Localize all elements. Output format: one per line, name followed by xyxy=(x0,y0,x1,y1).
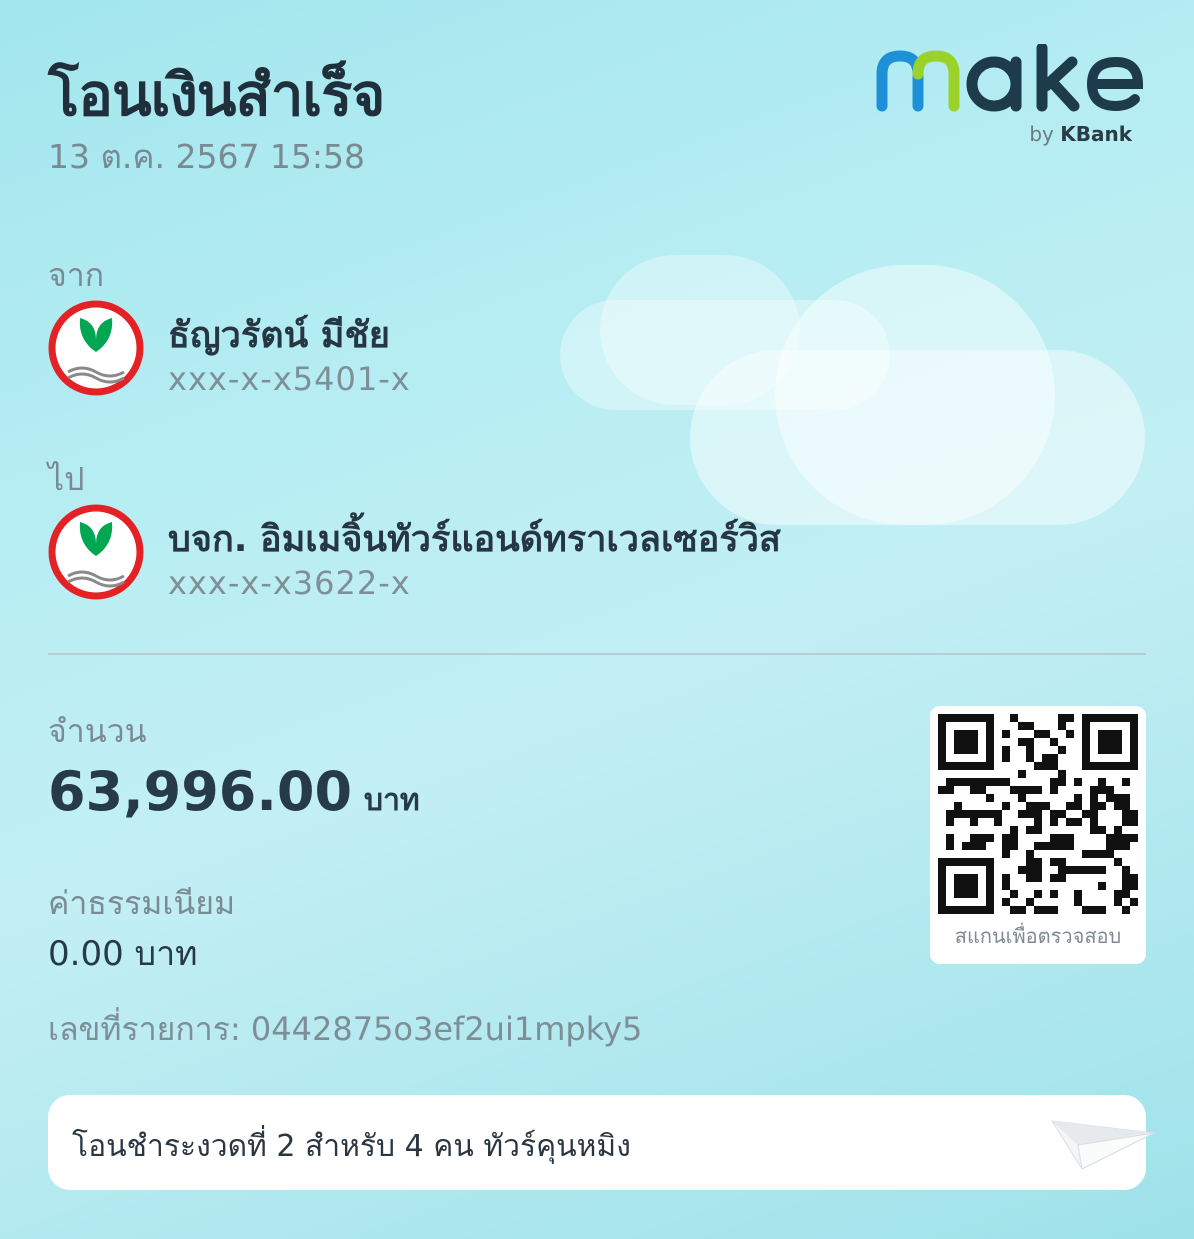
from-label: จาก xyxy=(48,256,105,294)
qr-verify-card[interactable]: สแกนเพื่อตรวจสอบ xyxy=(930,706,1146,964)
logo-bank-text: KBank xyxy=(1060,122,1132,146)
fee-label: ค่าธรรมเนียม xyxy=(48,884,236,922)
cloud-decoration xyxy=(775,265,1055,525)
sender-account: xxx-x-x5401-x xyxy=(168,360,411,398)
divider xyxy=(48,653,1146,655)
kbank-logo-icon xyxy=(48,300,144,400)
qr-caption: สแกนเพื่อตรวจสอบ xyxy=(954,924,1122,948)
amount-value-row: 63,996.00 บาท xyxy=(48,760,420,824)
sender-name: ธัญวรัตน์ มีชัย xyxy=(168,315,390,356)
amount-label: จำนวน xyxy=(48,712,147,750)
amount-unit: บาท xyxy=(364,783,420,818)
to-label: ไป xyxy=(48,460,85,498)
recipient-account: xxx-x-x3622-x xyxy=(168,564,411,602)
amount-value: 63,996.00 xyxy=(48,760,353,823)
paper-plane-icon xyxy=(1051,1120,1156,1170)
make-by-kbank-logo: by KBank xyxy=(876,42,1146,154)
logo-by-text: by xyxy=(1029,122,1054,146)
kbank-logo-icon xyxy=(48,504,144,604)
qr-code[interactable] xyxy=(938,714,1138,914)
recipient-name: บจก. อิมเมจิ้นทัวร์แอนด์ทราเวลเซอร์วิส xyxy=(168,519,781,560)
transaction-datetime: 13 ต.ค. 2567 15:58 xyxy=(48,137,366,176)
page-title: โอนเงินสำเร็จ xyxy=(48,61,385,129)
memo-box: โอนชำระงวดที่ 2 สำหรับ 4 คน ทัวร์คุนหมิง xyxy=(48,1095,1156,1190)
fee-value: 0.00 บาท xyxy=(48,934,198,974)
memo-text: โอนชำระงวดที่ 2 สำหรับ 4 คน ทัวร์คุนหมิง xyxy=(72,1129,631,1164)
transaction-reference: เลขที่รายการ: 0442875o3ef2ui1mpky5 xyxy=(48,1010,643,1048)
